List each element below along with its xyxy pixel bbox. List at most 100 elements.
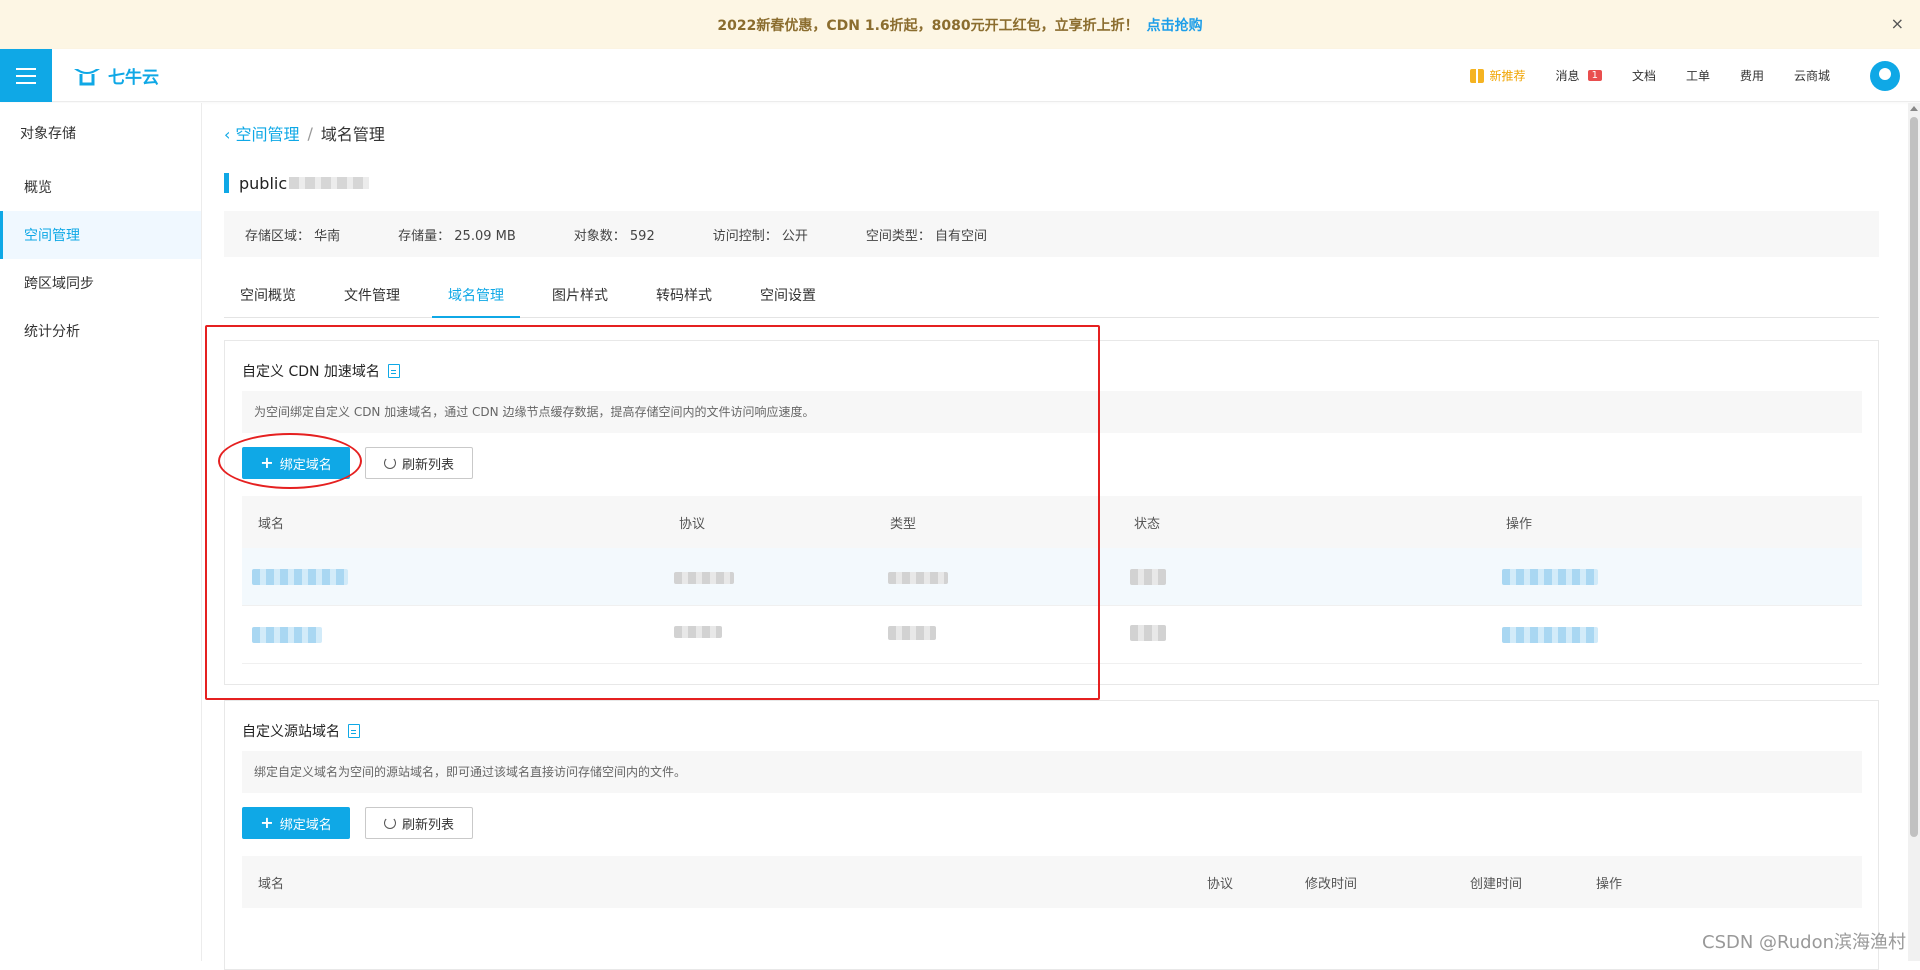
main-content: ‹ 空间管理 / 域名管理 public 存储区域： 华南 存储量： 25.09… (224, 103, 1880, 970)
avatar[interactable] (1870, 60, 1900, 91)
table-header: 域名 协议 修改时间 创建时间 操作 (242, 856, 1862, 908)
col-created-time: 创建时间 (1470, 876, 1523, 892)
logo[interactable]: 七牛云 (72, 63, 159, 88)
bucket-info-bar: 存储区域： 华南 存储量： 25.09 MB 对象数： 592 访问控制： 公开… (224, 211, 1879, 257)
origin-panel-title: 自定义源站域名 (242, 721, 360, 741)
redacted-type (888, 626, 936, 640)
breadcrumb-back-label: 空间管理 (235, 125, 300, 144)
cdn-domain-table: 域名 协议 类型 状态 操作 (242, 496, 1862, 664)
col-modified-time: 修改时间 (1305, 876, 1358, 892)
col-actions: 操作 (1596, 876, 1623, 892)
logo-text: 七牛云 (108, 68, 159, 88)
tab-files[interactable]: 文件管理 (328, 278, 416, 318)
table-row (242, 548, 1862, 606)
origin-panel-title-text: 自定义源站域名 (242, 724, 340, 740)
redacted-status (1130, 625, 1166, 641)
info-access: 访问控制： 公开 (712, 228, 808, 244)
origin-refresh-label: 刷新列表 (401, 817, 454, 833)
refresh-icon (383, 817, 396, 829)
table-header: 域名 协议 类型 状态 操作 (242, 496, 1862, 548)
gift-icon (1469, 68, 1484, 83)
tab-image-styles[interactable]: 图片样式 (536, 278, 624, 318)
plus-icon: + (260, 813, 274, 832)
sidebar-item-cross-region-sync[interactable]: 跨区域同步 (0, 259, 201, 307)
col-type: 类型 (890, 516, 917, 532)
logo-icon (74, 68, 100, 85)
info-type: 空间类型： 自有空间 (865, 228, 987, 244)
origin-bind-domain-button[interactable]: + 绑定域名 (242, 807, 350, 839)
hamburger-icon (16, 67, 36, 84)
redacted-domain (252, 627, 322, 643)
breadcrumb: ‹ 空间管理 / 域名管理 (224, 121, 385, 145)
sidebar-item-buckets[interactable]: 空间管理 (0, 211, 201, 259)
promo-banner: 2022新春优惠，CDN 1.6折起，8080元开工红包，立享折上折！ 点击抢购… (0, 0, 1920, 49)
tab-overview[interactable]: 空间概览 (224, 278, 312, 318)
breadcrumb-current: 域名管理 (320, 125, 385, 144)
plus-icon: + (260, 453, 274, 472)
scroll-up-icon[interactable] (1910, 106, 1918, 111)
page-scrollbar[interactable] (1908, 103, 1920, 961)
cdn-refresh-button[interactable]: 刷新列表 (365, 447, 473, 479)
tab-settings[interactable]: 空间设置 (744, 278, 832, 318)
tab-transcode-styles[interactable]: 转码样式 (640, 278, 728, 318)
nav-new-recommend-label: 新推荐 (1489, 69, 1526, 83)
cdn-bind-domain-button[interactable]: + 绑定域名 (242, 447, 350, 479)
redacted-status (1130, 569, 1166, 585)
redacted-actions[interactable] (1502, 627, 1598, 643)
nav-messages[interactable]: 消息 1 (1556, 67, 1602, 84)
nav-docs[interactable]: 文档 (1632, 67, 1656, 84)
redacted-actions[interactable] (1502, 569, 1598, 585)
nav-right: 新推荐 消息 1 文档 工单 费用 云商城 (1469, 49, 1920, 102)
redacted-type (888, 572, 948, 584)
nav-tickets[interactable]: 工单 (1686, 67, 1710, 84)
close-icon[interactable]: × (1891, 14, 1904, 33)
cdn-panel-title: 自定义 CDN 加速域名 (242, 361, 400, 381)
cdn-domain-panel: 自定义 CDN 加速域名 为空间绑定自定义 CDN 加速域名，通过 CDN 边缘… (224, 340, 1879, 685)
col-protocol: 协议 (679, 516, 706, 532)
sidebar: 对象存储 概览 空间管理 跨区域同步 统计分析 (0, 103, 202, 961)
tab-domains[interactable]: 域名管理 (432, 278, 520, 318)
refresh-icon (383, 457, 396, 469)
title-marker (224, 173, 229, 193)
watermark: CSDN @Rudon滨海渔村 (1702, 932, 1906, 953)
col-protocol: 协议 (1207, 876, 1234, 892)
nav-new-recommend[interactable]: 新推荐 (1469, 67, 1526, 84)
col-domain: 域名 (258, 516, 285, 532)
cdn-panel-description: 为空间绑定自定义 CDN 加速域名，通过 CDN 边缘节点缓存数据，提高存储空间… (242, 391, 1862, 433)
col-status: 状态 (1134, 516, 1161, 532)
document-icon[interactable] (348, 724, 360, 738)
redacted-protocol (674, 572, 734, 584)
cdn-panel-title-text: 自定义 CDN 加速域名 (242, 364, 380, 380)
cdn-refresh-label: 刷新列表 (401, 457, 454, 473)
promo-text: 2022新春优惠，CDN 1.6折起，8080元开工红包，立享折上折！ (717, 17, 1139, 34)
menu-button[interactable] (0, 49, 52, 102)
document-icon[interactable] (387, 364, 400, 378)
nav-messages-label: 消息 (1555, 69, 1580, 83)
breadcrumb-back[interactable]: ‹ 空间管理 (224, 121, 300, 145)
promo-link[interactable]: 点击抢购 (1147, 15, 1203, 35)
bucket-tabs: 空间概览 文件管理 域名管理 图片样式 转码样式 空间设置 (224, 278, 1879, 318)
breadcrumb-separator: / (307, 123, 313, 143)
origin-domain-panel: 自定义源站域名 绑定自定义域名为空间的源站域名，即可通过该域名直接访问存储空间内… (224, 700, 1879, 970)
origin-refresh-button[interactable]: 刷新列表 (365, 807, 473, 839)
cdn-bind-domain-label: 绑定域名 (279, 457, 332, 473)
info-objects: 对象数： 592 (573, 228, 655, 244)
nav-billing[interactable]: 费用 (1740, 67, 1764, 84)
scrollbar-thumb[interactable] (1910, 117, 1918, 837)
origin-domain-table: 域名 协议 修改时间 创建时间 操作 (242, 856, 1862, 908)
col-domain: 域名 (258, 876, 285, 892)
bucket-name: public (239, 173, 288, 193)
redacted-bucket-suffix (289, 177, 370, 189)
messages-badge: 1 (1587, 70, 1602, 81)
sidebar-item-overview[interactable]: 概览 (0, 163, 201, 211)
redacted-domain (252, 569, 348, 585)
sidebar-item-statistics[interactable]: 统计分析 (0, 307, 201, 355)
nav-mall[interactable]: 云商城 (1794, 67, 1830, 84)
table-row (242, 606, 1862, 664)
col-actions: 操作 (1506, 516, 1533, 532)
top-navbar: 七牛云 新推荐 消息 1 文档 工单 费用 云商城 (0, 49, 1920, 102)
origin-bind-domain-label: 绑定域名 (279, 817, 332, 833)
info-storage: 存储量： 25.09 MB (398, 228, 516, 244)
info-region: 存储区域： 华南 (245, 228, 341, 244)
redacted-protocol (674, 626, 722, 638)
